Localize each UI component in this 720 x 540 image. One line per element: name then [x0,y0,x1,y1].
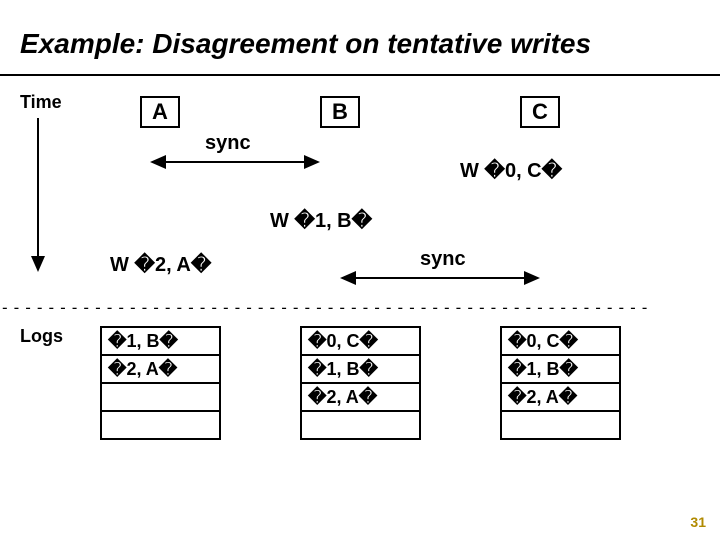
log-b-row3 [301,411,420,439]
node-c-box: C [520,96,560,128]
slide: Example: Disagreement on tentative write… [0,0,720,540]
slide-title: Example: Disagreement on tentative write… [20,28,591,60]
title-underline [0,74,720,76]
write-w1b: W �1, B� [270,208,372,233]
log-table-c: �0, C� �1, B� �2, A� [500,326,621,440]
log-a-row3 [101,411,220,439]
log-b-row2: �2, A� [301,383,420,411]
log-c-row3 [501,411,620,439]
section-divider: ----------------------------------------… [0,298,720,317]
log-a-row1: �2, A� [101,355,220,383]
node-a-box: A [140,96,180,128]
log-table-a: �1, B� �2, A� [100,326,221,440]
sync-arrow-1-icon [150,155,320,169]
write-w2a: W �2, A� [110,252,211,277]
sync-arrow-2-icon [340,271,540,285]
log-table-b: �0, C� �1, B� �2, A� [300,326,421,440]
write-w0c: W �0, C� [460,158,562,183]
log-b-row0: �0, C� [301,327,420,355]
logs-label: Logs [20,326,63,347]
slide-number: 31 [690,514,706,530]
log-a-row2 [101,383,220,411]
log-b-row1: �1, B� [301,355,420,383]
arrows-overlay [0,0,720,540]
log-c-row2: �2, A� [501,383,620,411]
time-arrow-icon [31,118,45,272]
log-c-row0: �0, C� [501,327,620,355]
log-a-row0: �1, B� [101,327,220,355]
sync-label-2: sync [420,248,466,271]
time-label: Time [20,92,62,113]
node-b-box: B [320,96,360,128]
log-c-row1: �1, B� [501,355,620,383]
sync-label-1: sync [205,132,251,155]
